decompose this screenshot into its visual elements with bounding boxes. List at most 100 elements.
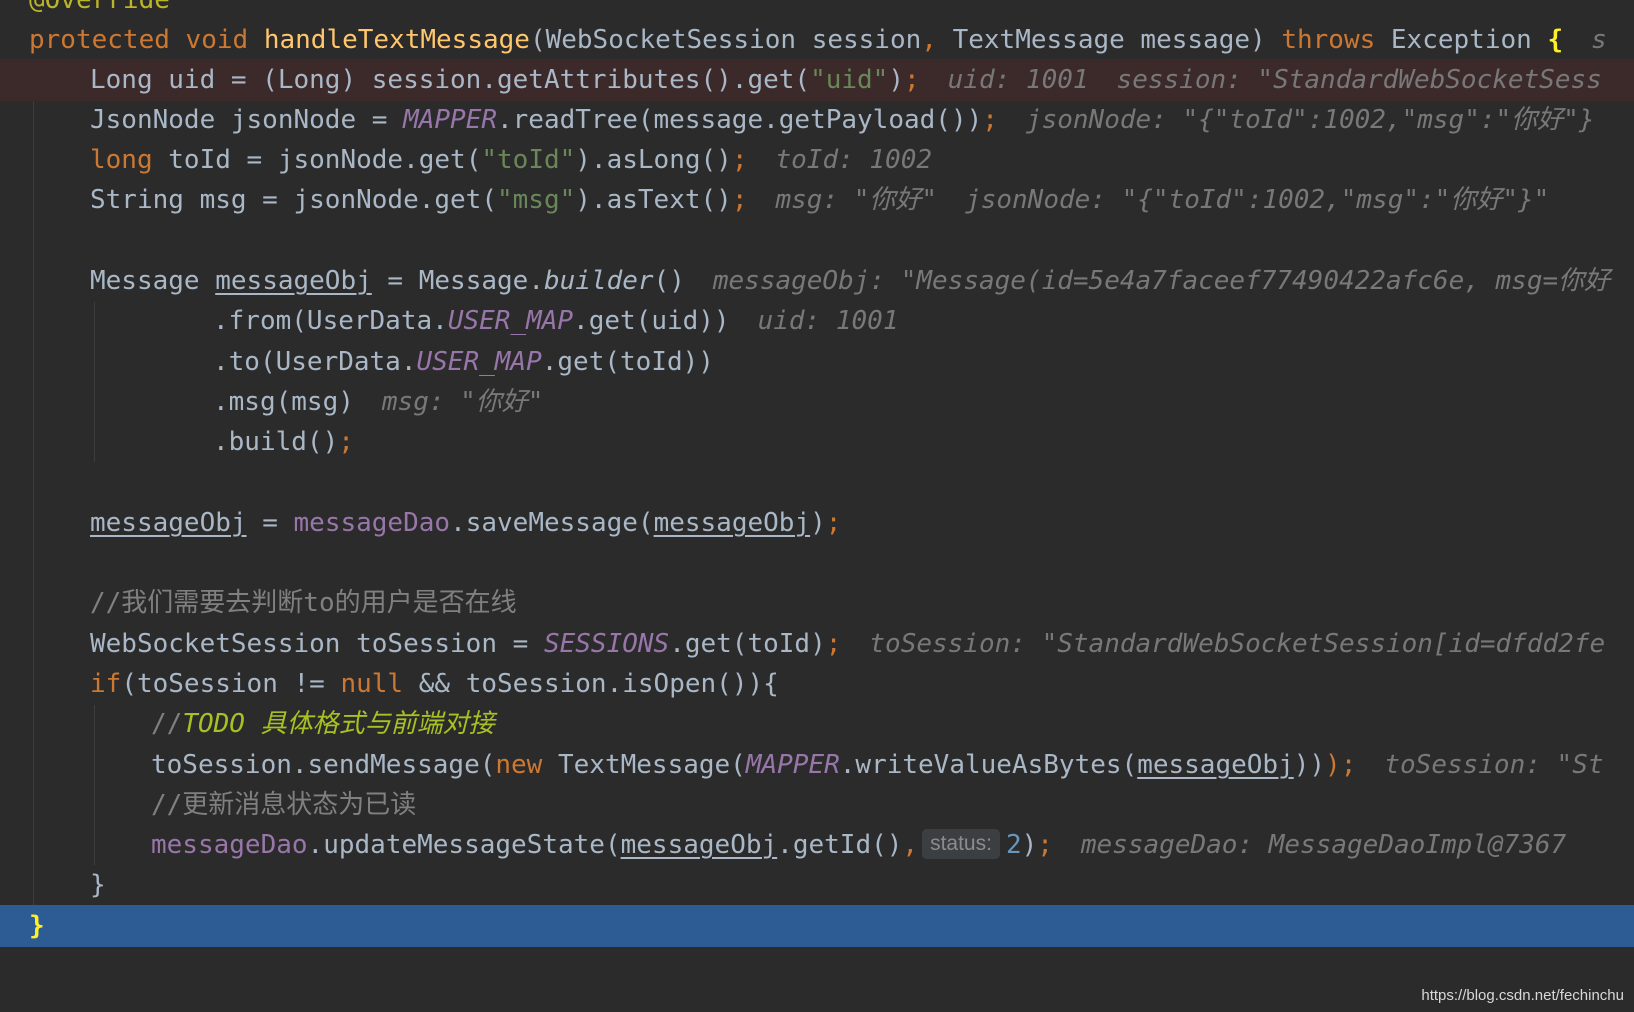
code-text: .writeValueAsBytes(: [839, 750, 1138, 780]
static-field: USER_MAP: [416, 347, 542, 377]
instance-field: messageDao: [293, 508, 451, 538]
code-text: (toSession !=: [121, 669, 341, 699]
reassigned-variable: messageObj: [215, 266, 372, 296]
semicolon: ;: [825, 508, 842, 538]
keyword: long: [90, 145, 153, 175]
code-text: .from(UserData.: [213, 306, 448, 336]
debug-inline-value: toId: 1002: [775, 145, 933, 175]
reassigned-variable: messageObj: [1137, 750, 1294, 780]
string-literal: "msg": [497, 185, 576, 215]
code-line[interactable]: if(toSession != null && toSession.isOpen…: [0, 663, 1634, 705]
code-editor[interactable]: @Override protected void handleTextMessa…: [0, 0, 1634, 1012]
code-text: ).asText(): [575, 185, 732, 215]
code-line[interactable]: @Override: [0, 0, 1634, 21]
code-text: .updateMessageState(: [307, 830, 621, 860]
static-field: SESSIONS: [543, 629, 670, 659]
number-literal: 2: [1005, 830, 1022, 860]
instance-field: messageDao: [151, 830, 308, 860]
debug-inline-value: messageObj: "Message(id=5e4a7faceef77490…: [712, 266, 1611, 296]
static-field: MAPPER: [745, 750, 840, 780]
debug-inline-value: toSession: "St: [1384, 750, 1604, 780]
code-text: Long uid = (Long) session.getAttributes(…: [90, 65, 811, 95]
code-text: ).asLong(): [575, 145, 732, 175]
comment-slashes: //: [151, 709, 183, 739]
code-line[interactable]: //TODO 具体格式与前端对接: [0, 703, 1634, 745]
static-field: MAPPER: [403, 105, 497, 135]
semicolon: ;: [904, 65, 920, 95]
code-line[interactable]: //我们需要去判断to的用户是否在线: [0, 582, 1634, 624]
semicolon: ;: [825, 629, 842, 659]
code-line[interactable]: WebSocketSession toSession = SESSIONS.ge…: [0, 623, 1634, 665]
semicolon: ;: [1037, 830, 1053, 860]
code-text: ): [1021, 830, 1038, 860]
code-line-breakpoint[interactable]: Long uid = (Long) session.getAttributes(…: [0, 59, 1634, 101]
debug-inline-value: uid: 1001: [947, 65, 1089, 95]
code-text: String msg = jsonNode.get(: [90, 185, 497, 215]
code-line[interactable]: messageObj = messageDao.saveMessage(mess…: [0, 502, 1634, 544]
code-line[interactable]: //更新消息状态为已读: [0, 784, 1634, 826]
code-text: (): [653, 266, 685, 296]
code-line[interactable]: long toId = jsonNode.get("toId").asLong(…: [0, 139, 1634, 181]
debug-inline-value: msg: "你好": [775, 185, 938, 215]
brace-match: {: [1547, 25, 1564, 55]
code-text: TextMessage(: [542, 750, 746, 780]
method-name: handleTextMessage: [263, 25, 530, 55]
code-text: Message: [90, 266, 216, 296]
keyword: void: [185, 25, 249, 55]
code-text: .saveMessage(: [450, 508, 654, 538]
code-text: .get(uid)): [573, 306, 730, 336]
debug-inline-value: uid: 1001: [757, 306, 899, 336]
code-text: .msg(msg): [213, 387, 354, 417]
code-text: ): [810, 508, 826, 538]
parameter-name-hint: status:: [922, 829, 1000, 859]
watermark: https://blog.csdn.net/fechinchu: [1421, 987, 1624, 1004]
semicolon: ;: [338, 427, 354, 457]
code-text: .to(UserData.: [213, 347, 417, 377]
string-literal: "toId": [481, 145, 576, 175]
code-line-current[interactable]: }: [0, 905, 1634, 947]
string-literal: "uid": [810, 65, 889, 95]
code-line[interactable]: }: [0, 864, 1634, 906]
code-text: WebSocketSession toSession =: [90, 629, 544, 659]
semicolon: ;: [982, 105, 998, 135]
code-line[interactable]: .build();: [0, 421, 1634, 463]
comma: ,: [921, 25, 937, 55]
code-text: .readTree(message.getPayload()): [497, 105, 983, 135]
keyword: throws: [1281, 25, 1376, 55]
code-text: .getId(): [777, 830, 903, 860]
line-comment: //更新消息状态为已读: [151, 790, 417, 820]
code-line[interactable]: toSession.sendMessage(new TextMessage(MA…: [0, 744, 1634, 786]
keyword: protected: [29, 25, 170, 55]
code-text: TextMessage message): [936, 25, 1266, 55]
code-text: =: [246, 508, 294, 538]
semicolon: );: [1325, 750, 1357, 780]
code-line[interactable]: .msg(msg) msg: "你好": [0, 381, 1634, 423]
todo-comment: TODO 具体格式与前端对接: [182, 709, 495, 739]
code-line[interactable]: .from(UserData.USER_MAP.get(uid)) uid: 10…: [0, 300, 1634, 342]
code-text: = Message.: [371, 266, 544, 296]
debug-inline-value: session: "StandardWebSocketSess: [1116, 65, 1602, 95]
code-text: )): [1293, 750, 1326, 780]
code-line[interactable]: messageDao.updateMessageState(messageObj…: [0, 824, 1634, 866]
code-text: Exception: [1375, 25, 1548, 55]
debug-inline-value: jsonNode: "{"toId":1002,"msg":"你好"}": [965, 185, 1550, 215]
debug-inline-value: s: [1591, 25, 1607, 55]
keyword: null: [340, 669, 404, 699]
code-text: ): [888, 65, 904, 95]
code-line[interactable]: JsonNode jsonNode = MAPPER.readTree(mess…: [0, 99, 1634, 141]
code-line[interactable]: String msg = jsonNode.get("msg").asText(…: [0, 179, 1634, 221]
keyword: if: [90, 669, 122, 699]
brace-match: }: [29, 911, 45, 941]
comma: ,: [902, 830, 919, 860]
code-line[interactable]: Message messageObj = Message.builder() me…: [0, 260, 1634, 302]
line-comment: //我们需要去判断to的用户是否在线: [90, 588, 517, 618]
code-line[interactable]: protected void handleTextMessage(WebSock…: [0, 19, 1634, 61]
code-text: .get(toId)): [541, 347, 714, 377]
code-text: toSession.sendMessage(: [151, 750, 496, 780]
code-line[interactable]: .to(UserData.USER_MAP.get(toId)): [0, 341, 1634, 383]
code-text: JsonNode jsonNode =: [90, 105, 404, 135]
debug-inline-value: msg: "你好": [381, 387, 544, 417]
static-field: USER_MAP: [447, 306, 574, 336]
static-method: builder: [543, 266, 654, 296]
semicolon: ;: [731, 145, 748, 175]
